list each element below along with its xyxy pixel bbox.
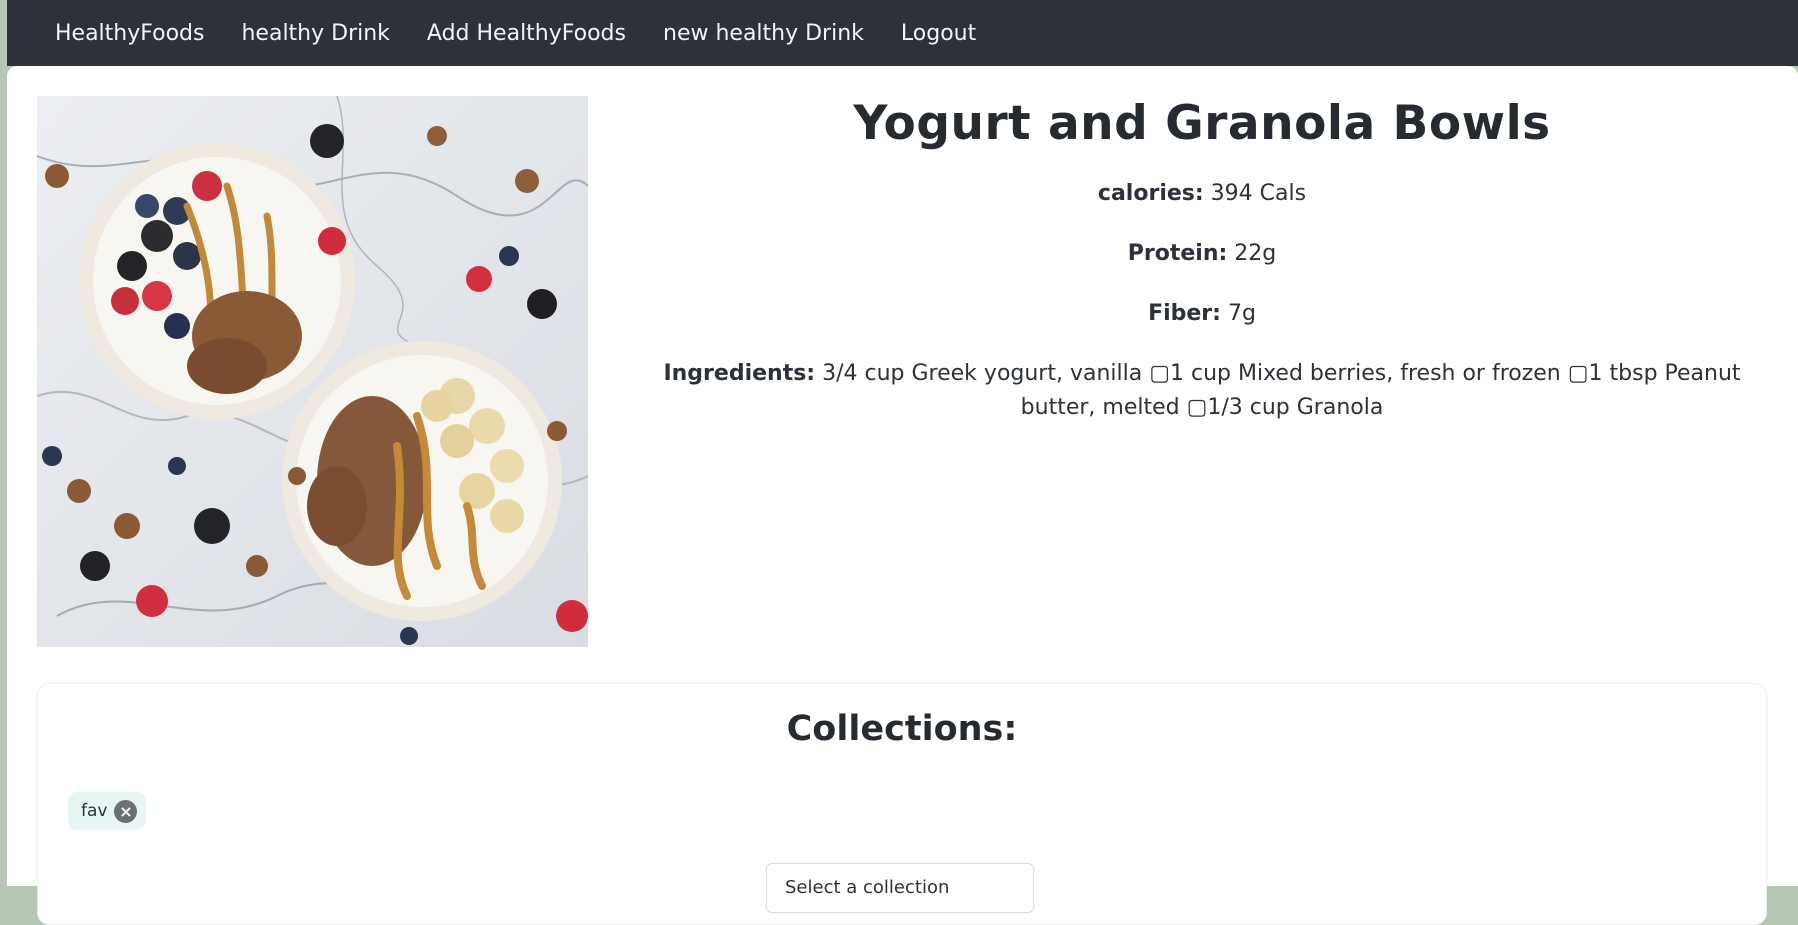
nav-link-add-healthyfoods[interactable]: Add HealthyFoods xyxy=(427,21,626,46)
close-circle-icon[interactable]: × xyxy=(114,799,138,823)
collection-tag-label: fav xyxy=(81,801,108,821)
ingredients-row: Ingredients: 3/4 cup Greek yogurt, vanil… xyxy=(637,357,1767,425)
nav-link-healthy-drink[interactable]: healthy Drink xyxy=(241,21,389,46)
nav-link-new-healthy-drink[interactable]: new healthy Drink xyxy=(663,21,864,46)
top-navbar: HealthyFoods healthy Drink Add HealthyFo… xyxy=(7,0,1798,66)
fiber-label: Fiber: xyxy=(1148,301,1221,326)
calories-row: calories: 394 Cals xyxy=(637,177,1767,211)
recipe-title: Yogurt and Granola Bowls xyxy=(853,96,1551,151)
recipe-image xyxy=(37,96,588,647)
collections-card: Collections: fav × Select a collection xyxy=(37,683,1767,925)
nav-link-logout[interactable]: Logout xyxy=(901,21,976,46)
collection-tag: fav × xyxy=(68,792,147,830)
fiber-value: 7g xyxy=(1227,301,1256,326)
collections-title: Collections: xyxy=(786,709,1018,749)
nav-link-healthyfoods[interactable]: HealthyFoods xyxy=(55,21,204,46)
main-content: Yogurt and Granola Bowls calories: 394 C… xyxy=(7,66,1798,925)
recipe-details: Yogurt and Granola Bowls calories: 394 C… xyxy=(637,96,1767,425)
fiber-row: Fiber: 7g xyxy=(637,297,1767,331)
protein-row: Protein: 22g xyxy=(637,237,1767,271)
ingredients-label: Ingredients: xyxy=(663,361,816,386)
protein-label: Protein: xyxy=(1127,241,1228,266)
collection-select[interactable]: Select a collection xyxy=(766,863,1034,913)
ingredients-value: 3/4 cup Greek yogurt, vanilla ▢1 cup Mix… xyxy=(822,361,1741,420)
calories-label: calories: xyxy=(1097,181,1204,206)
calories-value: 394 Cals xyxy=(1210,181,1307,206)
recipe-photo-illustration xyxy=(37,96,588,647)
protein-value: 22g xyxy=(1234,241,1277,266)
